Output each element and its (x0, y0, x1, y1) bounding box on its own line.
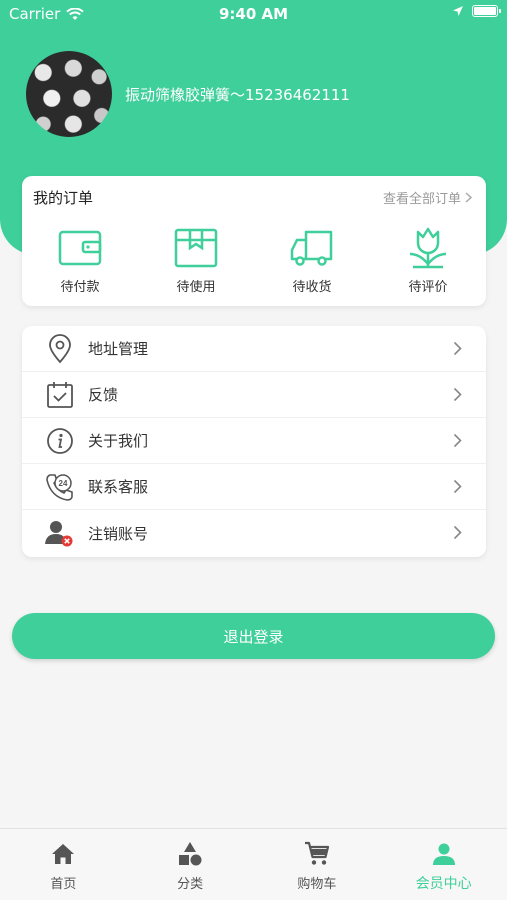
view-all-orders-label: 查看全部订单 (382, 192, 461, 207)
cart-icon (304, 841, 329, 865)
wallet-icon (58, 230, 102, 266)
chevron-right-icon (465, 192, 472, 203)
menu-item-address-label: 地址管理 (88, 340, 149, 358)
chevron-right-icon (453, 341, 462, 356)
my-orders-card: 我的订单 查看全部订单 待付款 待使用 待收货 待评价 (22, 176, 486, 306)
tab-cart[interactable]: 购物车 (254, 829, 381, 900)
orders-title: 我的订单 (33, 189, 94, 207)
tab-member-center[interactable]: 会员中心 (380, 829, 507, 900)
menu-item-customer-service-label: 联系客服 (88, 478, 149, 496)
phone-24-icon: 24 (45, 472, 75, 502)
tab-cart-label: 购物车 (297, 877, 337, 892)
chevron-right-icon (453, 433, 462, 448)
order-to-review-label: 待评价 (408, 280, 448, 295)
menu-item-address[interactable]: 地址管理 (22, 326, 486, 372)
menu-item-about-label: 关于我们 (88, 432, 149, 450)
tab-home-label: 首页 (50, 877, 77, 892)
menu-item-feedback[interactable]: 反馈 (22, 372, 486, 418)
shapes-icon (179, 842, 202, 866)
user-name: 振动筛橡胶弹簧～15236462111 (125, 86, 350, 104)
info-icon (45, 426, 75, 456)
menu-card: 地址管理 反馈 关于我们 24 联系客服 注销账号 (22, 326, 486, 557)
order-to-receive[interactable]: 待收货 (254, 226, 370, 301)
status-bar: Carrier 9:40 AM (0, 0, 507, 30)
tab-category[interactable]: 分类 (127, 829, 254, 900)
menu-item-about[interactable]: 关于我们 (22, 418, 486, 464)
user-remove-icon (45, 518, 75, 548)
order-pending-payment[interactable]: 待付款 (22, 226, 138, 301)
menu-item-customer-service[interactable]: 24 联系客服 (22, 464, 486, 510)
order-to-use[interactable]: 待使用 (138, 226, 254, 301)
battery-icon (472, 5, 501, 17)
location-arrow-icon (453, 6, 463, 16)
order-to-receive-label: 待收货 (292, 280, 332, 295)
truck-icon (290, 230, 333, 266)
tab-home[interactable]: 首页 (0, 829, 127, 900)
chevron-right-icon (453, 479, 462, 494)
box-icon (174, 228, 218, 268)
tab-member-center-label: 会员中心 (415, 876, 472, 892)
svg-text:24: 24 (59, 479, 68, 488)
menu-item-delete-account-label: 注销账号 (88, 524, 149, 543)
calendar-check-icon (45, 380, 75, 410)
home-icon (52, 844, 75, 864)
status-time: 9:40 AM (218, 5, 289, 23)
tab-category-label: 分类 (177, 877, 204, 892)
logout-button[interactable]: 退出登录 (12, 613, 495, 659)
flower-icon (409, 227, 447, 269)
order-to-review[interactable]: 待评价 (370, 226, 486, 301)
location-pin-icon (45, 333, 75, 364)
menu-item-feedback-label: 反馈 (88, 386, 119, 404)
tab-bar: 首页 分类 购物车 会员中心 (0, 828, 507, 900)
order-pending-payment-label: 待付款 (60, 280, 100, 295)
menu-item-delete-account[interactable]: 注销账号 (22, 510, 486, 556)
user-icon (432, 843, 455, 865)
order-to-use-label: 待使用 (176, 280, 216, 295)
chevron-right-icon (453, 525, 462, 540)
view-all-orders-link[interactable]: 查看全部订单 (383, 188, 472, 207)
chevron-right-icon (453, 387, 462, 402)
avatar[interactable] (26, 51, 112, 137)
